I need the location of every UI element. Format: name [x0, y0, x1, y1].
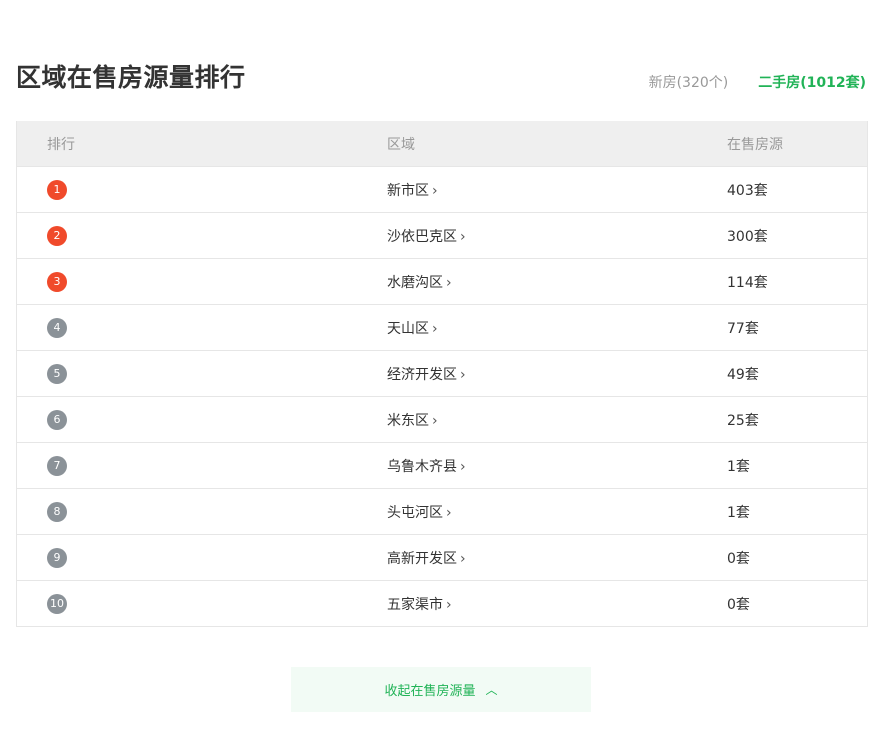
- region-link[interactable]: 乌鲁木齐县 ›: [387, 459, 466, 475]
- rank-cell: 8: [17, 501, 357, 522]
- table-row: 1 新市区 › 403套: [17, 166, 867, 212]
- count-cell: 0套: [727, 550, 750, 567]
- region-link[interactable]: 头屯河区 ›: [387, 505, 452, 521]
- rank-cell: 5: [17, 363, 357, 384]
- count-cell: 1套: [727, 458, 750, 475]
- tab-bar: 新房(320个) 二手房(1012套): [649, 72, 866, 92]
- header-region: 区域: [387, 136, 415, 153]
- table-row: 5 经济开发区 › 49套: [17, 350, 867, 396]
- region-cell: 新市区 ›: [357, 180, 697, 200]
- table-row: 2 沙依巴克区 › 300套: [17, 212, 867, 258]
- rank-badge: 7: [47, 455, 67, 476]
- table-row: 7 乌鲁木齐县 › 1套: [17, 442, 867, 488]
- rank-badge: 4: [47, 317, 67, 338]
- region-name: 头屯河区: [387, 504, 443, 521]
- region-name: 经济开发区: [387, 366, 457, 383]
- rank-badge: 9: [47, 547, 67, 568]
- rank-badge: 3: [47, 271, 67, 292]
- rank-cell: 9: [17, 547, 357, 568]
- count-cell: 25套: [727, 412, 759, 429]
- count-cell: 77套: [727, 320, 759, 337]
- chevron-right-icon: ›: [460, 550, 466, 567]
- chevron-up-icon: ︿: [485, 683, 498, 697]
- table-body: 1 新市区 › 403套 2 沙依巴克区 › 300套 3 水磨沟区 › 114套 4 天山区 › 77套 5 经…: [17, 166, 867, 626]
- count-cell: 1套: [727, 504, 750, 521]
- region-name: 天山区: [387, 320, 429, 337]
- count-cell: 300套: [727, 228, 768, 245]
- region-link[interactable]: 新市区 ›: [387, 183, 438, 199]
- header-count: 在售房源: [727, 136, 783, 153]
- table-row: 3 水磨沟区 › 114套: [17, 258, 867, 304]
- tab-new-homes[interactable]: 新房(320个): [649, 72, 729, 92]
- chevron-right-icon: ›: [432, 182, 438, 199]
- rank-cell: 3: [17, 271, 357, 292]
- table-row: 4 天山区 › 77套: [17, 304, 867, 350]
- header-rank: 排行: [47, 136, 75, 153]
- collapse-button[interactable]: 收起在售房源量 ︿: [291, 667, 591, 712]
- rank-badge: 2: [47, 225, 67, 246]
- region-link[interactable]: 五家渠市 ›: [387, 597, 452, 613]
- region-cell: 天山区 ›: [357, 318, 697, 338]
- region-link[interactable]: 高新开发区 ›: [387, 551, 466, 567]
- chevron-right-icon: ›: [460, 366, 466, 383]
- chevron-right-icon: ›: [446, 596, 452, 613]
- rank-badge: 1: [47, 179, 67, 200]
- region-name: 五家渠市: [387, 596, 443, 613]
- rank-badge: 10: [47, 593, 67, 614]
- chevron-right-icon: ›: [432, 320, 438, 337]
- region-cell: 经济开发区 ›: [357, 364, 697, 384]
- rank-cell: 4: [17, 317, 357, 338]
- region-link[interactable]: 天山区 ›: [387, 321, 438, 337]
- region-cell: 乌鲁木齐县 ›: [357, 456, 697, 476]
- region-cell: 五家渠市 ›: [357, 594, 697, 614]
- rank-badge: 5: [47, 363, 67, 384]
- region-cell: 沙依巴克区 ›: [357, 226, 697, 246]
- region-link[interactable]: 米东区 ›: [387, 413, 438, 429]
- region-name: 高新开发区: [387, 550, 457, 567]
- rank-cell: 7: [17, 455, 357, 476]
- table-row: 9 高新开发区 › 0套: [17, 534, 867, 580]
- collapse-label: 收起在售房源量: [384, 684, 476, 699]
- region-link[interactable]: 水磨沟区 ›: [387, 275, 452, 291]
- table-row: 6 米东区 › 25套: [17, 396, 867, 442]
- count-cell: 403套: [727, 182, 768, 199]
- region-cell: 米东区 ›: [357, 410, 697, 430]
- region-cell: 水磨沟区 ›: [357, 272, 697, 292]
- chevron-right-icon: ›: [446, 504, 452, 521]
- chevron-right-icon: ›: [460, 228, 466, 245]
- region-cell: 高新开发区 ›: [357, 548, 697, 568]
- rank-badge: 6: [47, 409, 67, 430]
- count-cell: 114套: [727, 274, 768, 291]
- region-cell: 头屯河区 ›: [357, 502, 697, 522]
- tab-second-hand[interactable]: 二手房(1012套): [758, 72, 866, 92]
- region-name: 沙依巴克区: [387, 228, 457, 245]
- region-link[interactable]: 沙依巴克区 ›: [387, 229, 466, 245]
- chevron-right-icon: ›: [446, 274, 452, 291]
- region-name: 新市区: [387, 182, 429, 199]
- region-name: 水磨沟区: [387, 274, 443, 291]
- count-cell: 0套: [727, 596, 750, 613]
- rank-badge: 8: [47, 501, 67, 522]
- rank-cell: 10: [17, 593, 357, 614]
- page-title: 区域在售房源量排行: [16, 63, 246, 92]
- chevron-right-icon: ›: [432, 412, 438, 429]
- table-row: 10 五家渠市 › 0套: [17, 580, 867, 626]
- count-cell: 49套: [727, 366, 759, 383]
- ranking-table: 排行 区域 在售房源 1 新市区 › 403套 2 沙依巴克区 › 300套 3 水磨沟区 › 114…: [16, 121, 868, 627]
- table-row: 8 头屯河区 › 1套: [17, 488, 867, 534]
- table-header: 排行 区域 在售房源: [17, 121, 867, 166]
- region-name: 乌鲁木齐县: [387, 458, 457, 475]
- region-link[interactable]: 经济开发区 ›: [387, 367, 466, 383]
- rank-cell: 2: [17, 225, 357, 246]
- rank-cell: 6: [17, 409, 357, 430]
- chevron-right-icon: ›: [460, 458, 466, 475]
- rank-cell: 1: [17, 179, 357, 200]
- region-name: 米东区: [387, 412, 429, 429]
